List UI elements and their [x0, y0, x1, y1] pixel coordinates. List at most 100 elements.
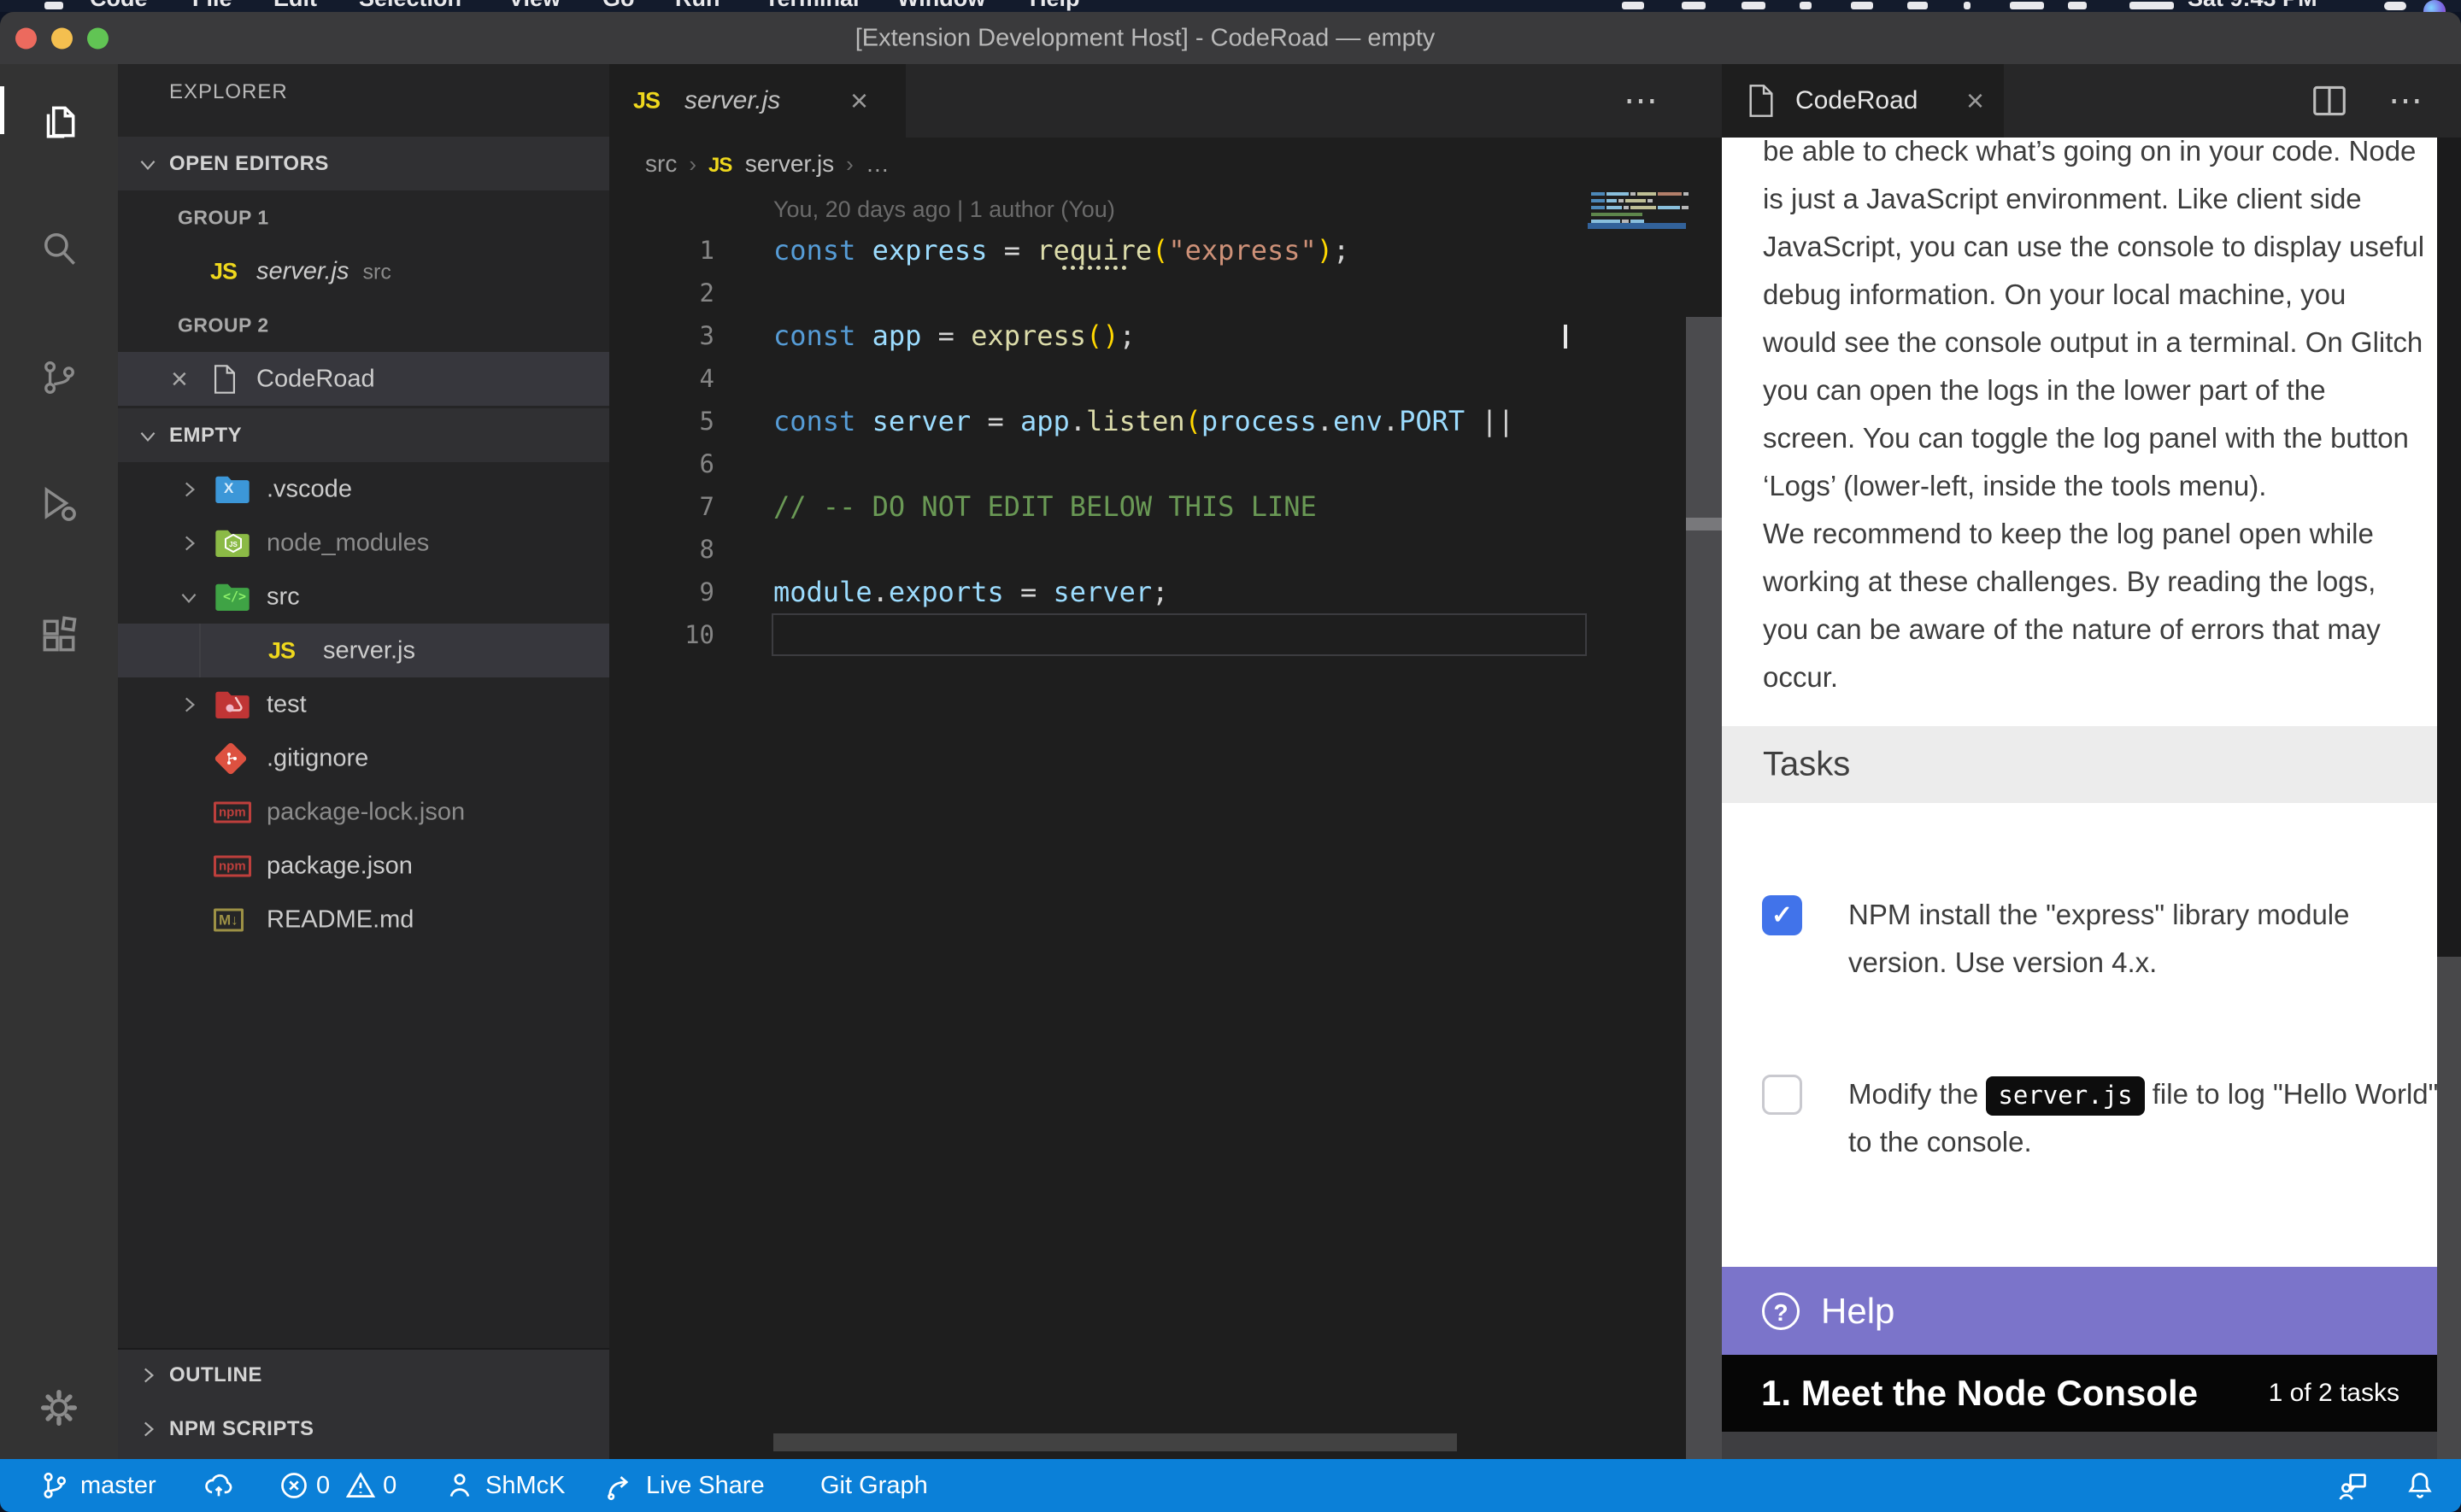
title-bar[interactable]: [Extension Development Host] - CodeRoad …	[0, 12, 2461, 64]
breadcrumb-symbol[interactable]: …	[866, 150, 890, 177]
menu-item-terminal[interactable]: Terminal	[765, 0, 860, 12]
activity-bar	[0, 64, 118, 1459]
help-button[interactable]: ? Help	[1722, 1267, 2461, 1355]
tab-label: server.js	[684, 86, 780, 115]
menu-bar-status-icon[interactable]	[1964, 2, 1971, 9]
split-editor-icon[interactable]	[2311, 85, 2347, 117]
menu-bar-status-icon[interactable]	[2129, 2, 2174, 9]
breadcrumb-file[interactable]: server.js	[745, 150, 834, 177]
code-line-1[interactable]: 1const express = require("express");	[609, 229, 1722, 272]
horizontal-scrollbar[interactable]	[773, 1433, 1457, 1451]
notifications-bell-icon[interactable]	[2405, 1459, 2435, 1512]
code-line-4[interactable]: 4	[609, 357, 1722, 400]
breadcrumbs[interactable]: src›JS server.js›…	[609, 138, 1722, 190]
task-checkbox[interactable]	[1762, 1075, 1802, 1115]
menu-bar-status-icon[interactable]	[1682, 2, 1706, 9]
lesson-title-bar[interactable]: 1. Meet the Node Console 1 of 2 tasks	[1722, 1355, 2461, 1432]
siri-icon[interactable]	[2423, 0, 2446, 12]
tree-item-readme-md[interactable]: M↓README.md	[118, 893, 609, 946]
menu-item-window[interactable]: Window	[897, 0, 985, 12]
minimap[interactable]	[1588, 190, 1686, 272]
extensions-icon[interactable]	[38, 614, 80, 657]
tree-item--vscode[interactable]: X.vscode	[118, 462, 609, 516]
workspace-section-empty[interactable]: EMPTY	[118, 408, 609, 462]
section-npm-scripts[interactable]: NPM SCRIPTS	[118, 1402, 609, 1456]
line-number: 1	[609, 229, 714, 272]
close-icon[interactable]: ×	[171, 365, 188, 394]
search-icon[interactable]	[38, 227, 80, 270]
close-tab-icon[interactable]: ×	[1966, 83, 1984, 119]
minimize-window-button[interactable]	[51, 28, 73, 50]
close-tab-icon[interactable]: ×	[850, 83, 868, 119]
sync-changes-item[interactable]	[203, 1459, 234, 1512]
apple-logo-icon[interactable]	[44, 2, 63, 9]
open-editor-item-server-js[interactable]: JSserver.jssrc	[118, 244, 609, 298]
code-line-9[interactable]: 9module.exports = server;	[609, 571, 1722, 613]
more-actions-icon[interactable]: ⋯	[2388, 81, 2424, 120]
menu-item-selection[interactable]: Selection	[359, 0, 461, 12]
open-editors-section[interactable]: OPEN EDITORS	[118, 137, 609, 190]
code-editor[interactable]: You, 20 days ago | 1 author (You) 1const…	[609, 190, 1722, 1459]
code-line-10[interactable]: 10	[609, 613, 1722, 656]
js-file-icon: JS	[708, 154, 731, 177]
open-editor-item-coderoad[interactable]: ×CodeRoad	[118, 352, 609, 406]
feedback-icon[interactable]	[2338, 1459, 2369, 1512]
tab-coderoad[interactable]: CodeRoad ×	[1722, 64, 2004, 138]
code-line-8[interactable]: 8	[609, 528, 1722, 571]
section-outline[interactable]: OUTLINE	[118, 1348, 609, 1402]
git-branch-item[interactable]: master	[39, 1459, 156, 1512]
tree-item-node_modules[interactable]: JSnode_modules	[118, 516, 609, 570]
source-control-icon[interactable]	[38, 356, 80, 399]
menu-bar-status-icon[interactable]	[1622, 2, 1644, 9]
tree-item-test[interactable]: test	[118, 677, 609, 731]
code-line-5[interactable]: 5const server = app.listen(process.env.P…	[609, 400, 1722, 442]
menu-bar-status-icon[interactable]	[2068, 2, 2087, 9]
macos-menu-bar[interactable]: Code File Edit Selection View Go Run Terminal Wi…	[0, 0, 2461, 12]
menu-bar-status-icon[interactable]	[2010, 2, 2044, 9]
webview-scrollbar-thumb[interactable]	[2437, 138, 2461, 957]
code-line-6[interactable]: 6	[609, 442, 1722, 485]
git-blame-annotation[interactable]: You, 20 days ago | 1 author (You)	[773, 190, 1115, 229]
menu-bar-status-icon[interactable]	[1851, 2, 1873, 9]
menu-bar-status-icon[interactable]	[1907, 2, 1928, 9]
problems-item[interactable]: 0 0	[279, 1459, 396, 1512]
svg-text:JS: JS	[229, 541, 238, 548]
tree-item--gitignore[interactable]: .gitignore	[118, 731, 609, 785]
tree-item-package-json[interactable]: npmpackage.json	[118, 839, 609, 893]
breadcrumb-src[interactable]: src	[645, 150, 677, 177]
menu-item-run[interactable]: Run	[675, 0, 720, 12]
settings-gear-icon[interactable]	[38, 1386, 80, 1429]
active-view-indicator	[0, 86, 4, 134]
account-item[interactable]: ShMcK	[444, 1459, 565, 1512]
menu-bar-status-icon[interactable]	[1741, 2, 1765, 9]
tab-server-js[interactable]: JS server.js ×	[609, 64, 906, 138]
coderoad-webview: be able to check what’s going on in your…	[1722, 138, 2461, 1459]
code-line-7[interactable]: 7// -- DO NOT EDIT BELOW THIS LINE	[609, 485, 1722, 528]
menu-clock[interactable]: Sat 9:43 PM	[2188, 0, 2317, 12]
run-and-debug-icon[interactable]	[38, 483, 80, 525]
menu-item-view[interactable]: View	[508, 0, 561, 12]
explorer-icon[interactable]	[38, 100, 80, 143]
tree-item-src[interactable]: </>src	[118, 570, 609, 624]
spotlight-icon[interactable]	[2384, 2, 2406, 10]
webview-scrollbar[interactable]	[2437, 138, 2461, 1459]
tree-item-server-js[interactable]: JSserver.js	[118, 624, 609, 677]
more-actions-icon[interactable]: ⋯	[1624, 81, 1659, 120]
zoom-window-button[interactable]	[87, 28, 109, 50]
code-line-2[interactable]: 2	[609, 272, 1722, 314]
live-share-item[interactable]: Live Share	[605, 1459, 765, 1512]
menu-item-file[interactable]: File	[192, 0, 232, 12]
close-window-button[interactable]	[15, 28, 37, 50]
menu-item-edit[interactable]: Edit	[273, 0, 317, 12]
menu-item-code[interactable]: Code	[90, 0, 148, 12]
chevron-down-icon	[137, 153, 159, 175]
task-checkbox[interactable]: ✓	[1762, 895, 1802, 935]
code-line-3[interactable]: 3const app = express();	[609, 314, 1722, 357]
menu-bar-status-icon[interactable]	[1800, 2, 1812, 9]
git-graph-item[interactable]: Git Graph	[820, 1459, 928, 1512]
menu-item-help[interactable]: Help	[1030, 0, 1080, 12]
tree-item-package-lock-json[interactable]: npmpackage-lock.json	[118, 785, 609, 839]
scrollbar-thumb[interactable]	[1686, 518, 1722, 530]
menu-item-go[interactable]: Go	[602, 0, 635, 12]
editor-sash[interactable]	[1686, 317, 1722, 1459]
